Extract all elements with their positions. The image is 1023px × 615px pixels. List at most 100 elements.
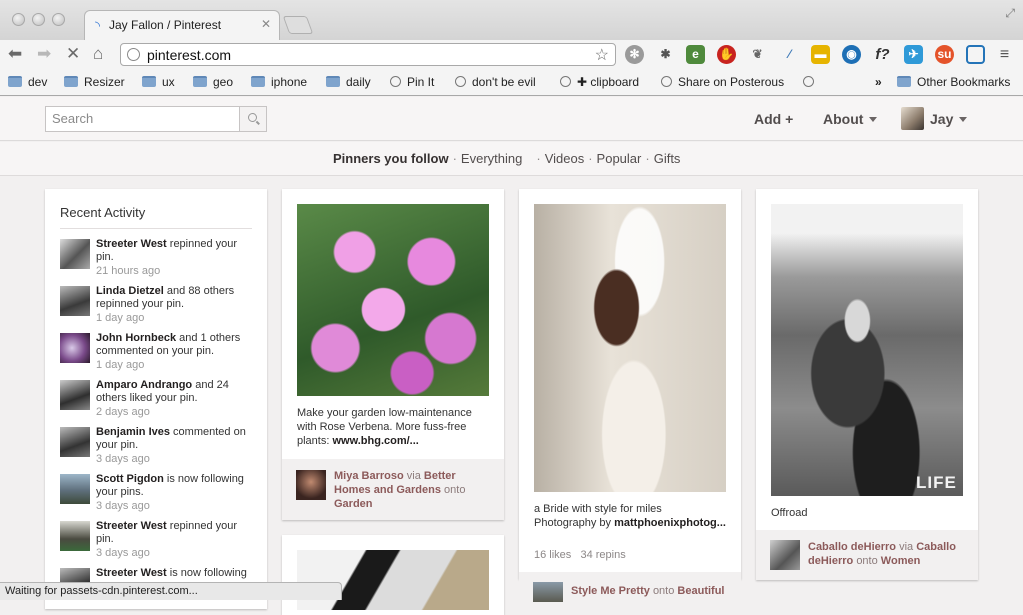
folder-icon	[64, 76, 78, 87]
pin-card[interactable]: Make your garden low-maintenance with Ro…	[282, 189, 504, 520]
nav-gifts[interactable]: Gifts	[654, 151, 681, 166]
pin-attribution: Style Me Pretty onto Beautiful	[519, 572, 741, 602]
evernote-extension-icon[interactable]: e	[686, 45, 705, 64]
bookmark-folder[interactable]: Resizer	[64, 75, 125, 89]
activity-thumbnail	[60, 427, 90, 457]
bookmark-folder[interactable]: geo	[193, 75, 233, 89]
pinner-avatar[interactable]	[533, 582, 563, 602]
globe-icon	[560, 76, 571, 87]
bookmark-folder[interactable]: dev	[8, 75, 47, 89]
chevron-down-icon	[869, 117, 878, 122]
recent-activity-title: Recent Activity	[60, 205, 146, 220]
board-name[interactable]: Beautiful	[677, 585, 724, 597]
bookmark-folder[interactable]: iphone	[251, 75, 307, 89]
pin-card[interactable]: LIFE Offroad Caballo deHierro via Caball…	[756, 189, 978, 580]
browser-tab-strip: ◝ Jay Fallon / Pinterest ✕ ⤢	[0, 0, 1023, 40]
pin-card[interactable]: a Bride with style for miles Photography…	[519, 189, 741, 602]
globe-icon	[661, 76, 672, 87]
bug-extension-icon[interactable]: ✱	[656, 45, 675, 64]
pin-source-link[interactable]: mattphoenixphotog...	[614, 517, 726, 529]
bookmark-star-icon[interactable]: ☆	[595, 45, 609, 65]
bookmark-link[interactable]: don't be evil	[455, 75, 536, 89]
zoom-window-button[interactable]	[52, 13, 65, 26]
pin-description: Make your garden low-maintenance with Ro…	[297, 407, 472, 447]
adblock-extension-icon[interactable]: ✋	[717, 45, 736, 64]
board-name[interactable]: Garden	[334, 498, 373, 510]
folder-icon	[8, 76, 22, 87]
pinner-name[interactable]: Miya Barroso	[334, 470, 404, 482]
add-button[interactable]: Add +	[754, 111, 793, 127]
bookmark-link[interactable]: ✚ clipboard	[560, 75, 639, 89]
browser-tab[interactable]: ◝ Jay Fallon / Pinterest ✕	[84, 10, 280, 40]
folder-icon	[251, 76, 265, 87]
stop-icon[interactable]: ✕	[66, 44, 80, 64]
globe-icon	[455, 76, 466, 87]
home-icon[interactable]: ⌂	[93, 44, 103, 64]
nav-everything[interactable]: Everything	[461, 151, 522, 166]
pinner-avatar[interactable]	[296, 470, 326, 500]
bookmarks-overflow-button[interactable]: »	[875, 75, 882, 89]
activity-thumbnail	[60, 333, 90, 363]
pinner-avatar[interactable]	[770, 540, 800, 570]
pin-image[interactable]	[534, 204, 726, 492]
bird-extension-icon[interactable]: ❦	[748, 45, 767, 64]
pin-image[interactable]	[771, 204, 963, 496]
feed-nav: Pinners you follow · Everything · Videos · Pop…	[0, 142, 1023, 176]
bookmark-folder[interactable]: daily	[326, 75, 371, 89]
close-window-button[interactable]	[12, 13, 25, 26]
screen-capture-extension-icon[interactable]	[966, 45, 985, 64]
folder-icon	[326, 76, 340, 87]
folder-icon	[193, 76, 207, 87]
url-text: pinterest.com	[147, 47, 232, 63]
site-header: Search Add + About Jay	[0, 97, 1023, 141]
pin-description: a Bride with style for miles Photography…	[534, 503, 726, 529]
browser-toolbar: ⬅ ➡ ✕ ⌂ pinterest.com ☆ ✻ ✱ e ✋ ❦ ⁄ ▬ ◉ …	[0, 40, 1023, 70]
search-input[interactable]: Search	[45, 106, 267, 132]
back-arrow-icon[interactable]: ⬅	[8, 44, 22, 64]
pin-description: Offroad	[771, 507, 808, 519]
status-bar: Waiting for passets-cdn.pinterest.com...	[0, 582, 342, 600]
bookmark-link[interactable]: Pin It	[390, 75, 434, 89]
board-name[interactable]: Women	[881, 555, 921, 567]
bookmark-folder[interactable]: ux	[142, 75, 175, 89]
address-bar[interactable]: pinterest.com ☆	[120, 43, 616, 66]
nav-videos[interactable]: Videos	[545, 151, 585, 166]
about-menu[interactable]: About	[823, 111, 878, 127]
tab-close-icon[interactable]: ✕	[261, 17, 271, 31]
pin-source-link[interactable]: www.bhg.com/...	[332, 435, 418, 447]
pin-image[interactable]	[297, 204, 489, 396]
pin-image[interactable]	[297, 550, 489, 610]
nav-popular[interactable]: Popular	[597, 151, 642, 166]
minimize-window-button[interactable]	[32, 13, 45, 26]
fullscreen-icon[interactable]: ⤢	[1005, 6, 1015, 21]
function-extension-icon[interactable]: f?	[873, 45, 892, 64]
pin-card[interactable]	[282, 535, 504, 615]
stumbleupon-extension-icon[interactable]: su	[935, 45, 954, 64]
tweet-bird-extension-icon[interactable]: ✈	[904, 45, 923, 64]
pinner-name[interactable]: Style Me Pretty	[571, 585, 650, 597]
user-menu[interactable]: Jay	[930, 111, 968, 127]
search-button[interactable]	[239, 107, 266, 131]
eye-extension-icon[interactable]: ◉	[842, 45, 861, 64]
bookmark-link[interactable]: Share on Posterous	[661, 75, 784, 89]
menu-wrench-icon[interactable]: ≡	[995, 45, 1014, 64]
other-bookmarks-folder[interactable]: Other Bookmarks	[897, 75, 1010, 89]
pinner-name[interactable]: Caballo deHierro	[808, 541, 896, 553]
bookmark-link[interactable]	[803, 75, 820, 89]
activity-thumbnail	[60, 380, 90, 410]
nav-pinners-you-follow[interactable]: Pinners you follow	[333, 151, 449, 166]
avatar[interactable]	[901, 107, 924, 130]
activity-thumbnail	[60, 474, 90, 504]
new-tab-button[interactable]	[282, 16, 314, 34]
folder-icon	[897, 76, 911, 87]
tab-title: Jay Fallon / Pinterest	[109, 18, 222, 32]
recent-activity-panel: Recent Activity Streeter West repinned y…	[45, 189, 267, 609]
eyedropper-extension-icon[interactable]: ⁄	[780, 45, 799, 64]
forward-arrow-icon[interactable]: ➡	[37, 44, 51, 64]
search-icon	[248, 113, 257, 122]
gear-extension-icon[interactable]: ✻	[625, 45, 644, 64]
truck-extension-icon[interactable]: ▬	[811, 45, 830, 64]
divider	[60, 228, 252, 229]
pin-stats: 16 likes 34 repins	[534, 549, 626, 561]
repins-count: 34 repins	[580, 549, 626, 561]
